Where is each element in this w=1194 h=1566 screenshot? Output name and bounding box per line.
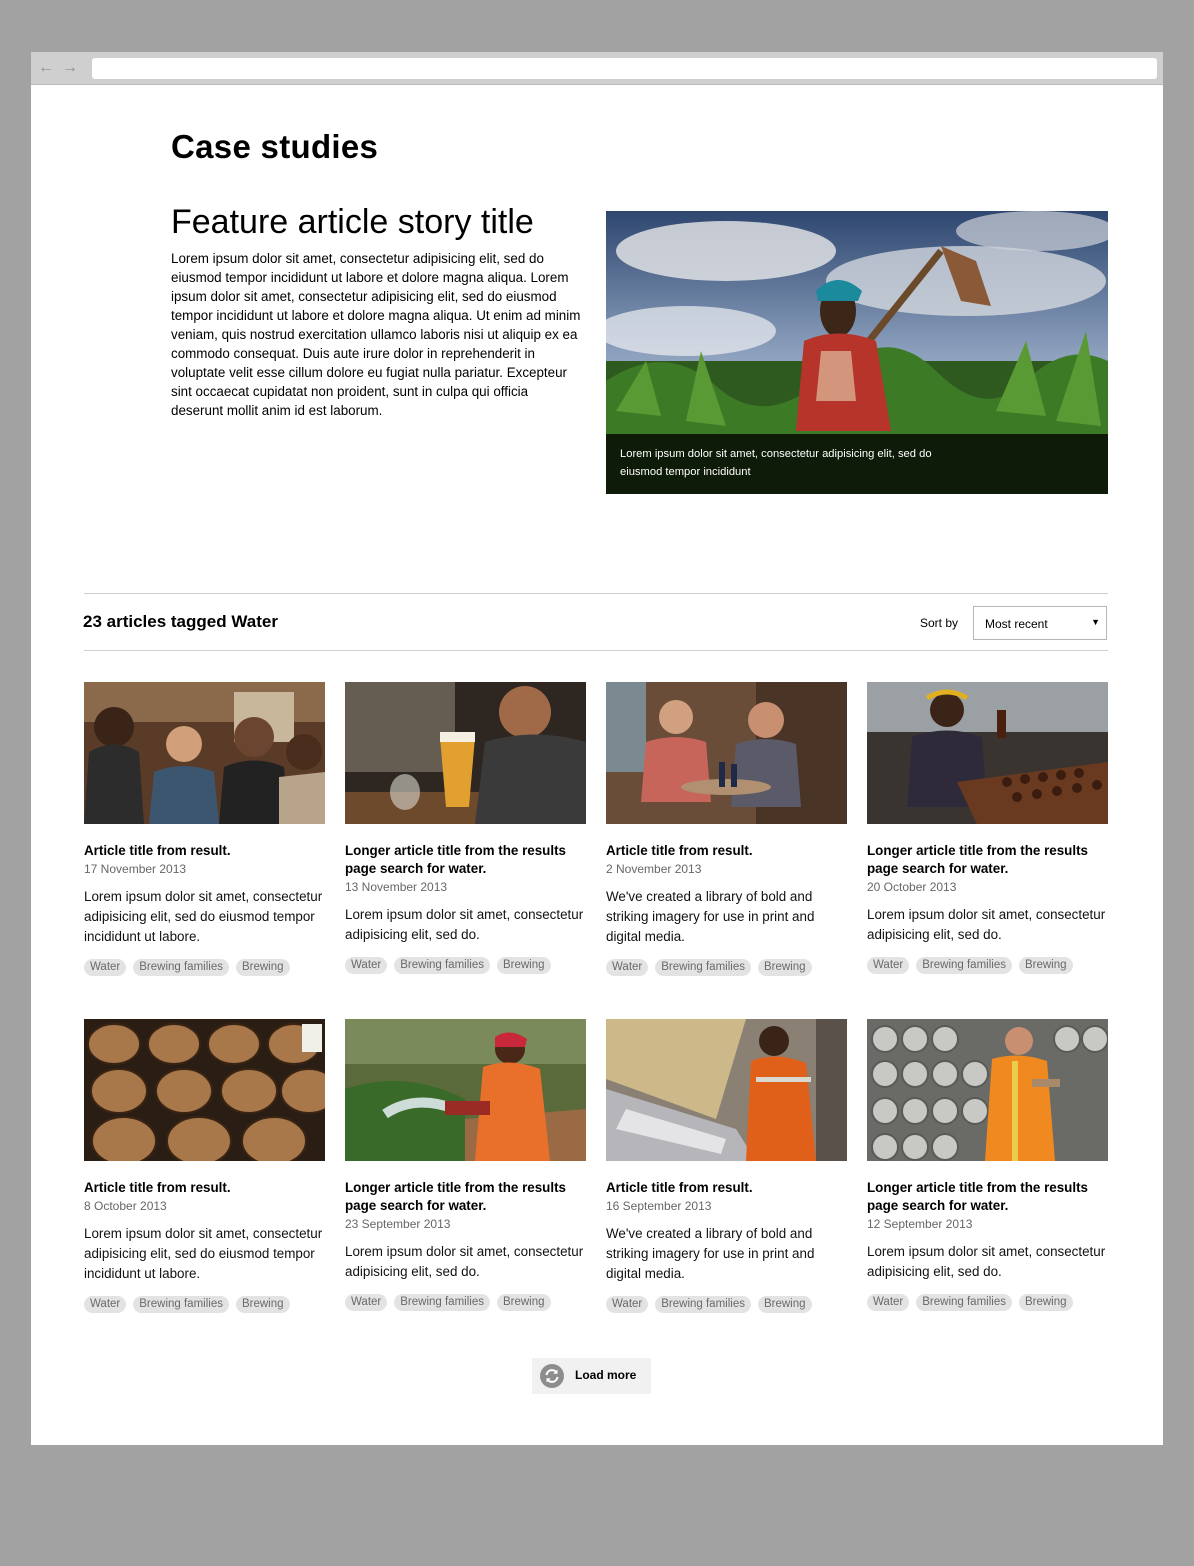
article-date: 23 September 2013: [345, 1217, 451, 1231]
tag-brewing-families[interactable]: Brewing families: [655, 1296, 751, 1313]
page-title: Case studies: [171, 128, 379, 165]
arrow-left-icon[interactable]: ←: [37, 59, 55, 77]
article-card[interactable]: Article title from result. 17 November 2…: [84, 682, 325, 976]
feature-body: Lorem ipsum dolor sit amet, consectetur …: [171, 251, 581, 418]
tag-brewing-families[interactable]: Brewing families: [916, 957, 1012, 974]
article-thumbnail[interactable]: [867, 1019, 1108, 1161]
article-summary: Lorem ipsum dolor sit amet, consectetur …: [345, 907, 584, 942]
sort-select[interactable]: Most recent ▼: [973, 606, 1107, 640]
article-thumbnail[interactable]: [84, 682, 325, 824]
feature-caption-text: Lorem ipsum dolor sit amet, consectetur …: [620, 448, 932, 478]
article-title[interactable]: Longer article title from the results pa…: [867, 1179, 1108, 1215]
tag-water[interactable]: Water: [84, 959, 127, 976]
sort-select-value: Most recent: [985, 617, 1048, 631]
article-thumbnail[interactable]: [84, 1019, 325, 1161]
feature-image[interactable]: Lorem ipsum dolor sit amet, consectetur …: [606, 211, 1108, 494]
article-date: 8 October 2013: [84, 1199, 167, 1213]
browser-toolbar: ← →: [31, 52, 1163, 85]
feature-title[interactable]: Feature article story title: [171, 203, 534, 242]
sort-label: Sort by: [920, 616, 959, 630]
address-bar[interactable]: [92, 58, 1157, 79]
tag-brewing-families[interactable]: Brewing families: [133, 959, 229, 976]
caret-down-icon: ▼: [1091, 617, 1100, 627]
article-date: 16 September 2013: [606, 1199, 712, 1213]
tag-brewing-families[interactable]: Brewing families: [655, 959, 751, 976]
article-summary: We've created a library of bold and stri…: [606, 889, 815, 944]
article-card[interactable]: Longer article title from the results pa…: [867, 1019, 1108, 1311]
article-card[interactable]: Article title from result. 8 October 201…: [84, 1019, 325, 1313]
article-thumbnail[interactable]: [345, 682, 586, 824]
load-more-button[interactable]: Load more: [532, 1358, 651, 1394]
article-title[interactable]: Longer article title from the results pa…: [867, 842, 1108, 878]
tag-water[interactable]: Water: [345, 1294, 388, 1311]
divider-top: [84, 593, 1108, 594]
tag-brewing-families[interactable]: Brewing families: [394, 1294, 490, 1311]
divider-bottom: [84, 650, 1108, 651]
tag-water[interactable]: Water: [345, 957, 388, 974]
article-summary: Lorem ipsum dolor sit amet, consectetur …: [867, 1244, 1106, 1279]
article-tags: Water Brewing families Brewing: [606, 1294, 847, 1313]
browser-window: ← → Case studies Feature article story t…: [31, 52, 1163, 1445]
article-tags: Water Brewing families Brewing: [84, 1294, 325, 1313]
tag-brewing[interactable]: Brewing: [1018, 1294, 1073, 1311]
article-card[interactable]: Longer article title from the results pa…: [867, 682, 1108, 974]
article-tags: Water Brewing families Brewing: [345, 955, 586, 974]
tag-brewing[interactable]: Brewing: [1018, 957, 1073, 974]
tag-water[interactable]: Water: [606, 959, 649, 976]
article-card[interactable]: Article title from result. 16 September …: [606, 1019, 847, 1313]
article-tags: Water Brewing families Brewing: [345, 1292, 586, 1311]
article-title[interactable]: Longer article title from the results pa…: [345, 1179, 586, 1215]
article-date: 2 November 2013: [606, 862, 702, 876]
feature-caption: Lorem ipsum dolor sit amet, consectetur …: [606, 434, 1108, 494]
article-tags: Water Brewing families Brewing: [606, 957, 847, 976]
tag-brewing[interactable]: Brewing: [757, 959, 812, 976]
tag-water[interactable]: Water: [867, 957, 910, 974]
tag-brewing[interactable]: Brewing: [757, 1296, 812, 1313]
tag-brewing-families[interactable]: Brewing families: [133, 1296, 229, 1313]
article-title[interactable]: Article title from result.: [84, 1179, 325, 1197]
article-thumbnail[interactable]: [606, 1019, 847, 1161]
article-tags: Water Brewing families Brewing: [867, 1292, 1108, 1311]
article-card[interactable]: Article title from result. 2 November 20…: [606, 682, 847, 976]
article-tags: Water Brewing families Brewing: [867, 955, 1108, 974]
article-title[interactable]: Longer article title from the results pa…: [345, 842, 586, 878]
article-summary: Lorem ipsum dolor sit amet, consectetur …: [84, 1226, 323, 1281]
article-title[interactable]: Article title from result.: [84, 842, 325, 860]
arrow-right-icon[interactable]: →: [61, 59, 79, 77]
tag-water[interactable]: Water: [867, 1294, 910, 1311]
article-date: 13 November 2013: [345, 880, 448, 894]
article-card[interactable]: Longer article title from the results pa…: [345, 1019, 586, 1311]
refresh-icon: [540, 1364, 564, 1388]
tag-brewing[interactable]: Brewing: [235, 959, 290, 976]
tag-brewing-families[interactable]: Brewing families: [916, 1294, 1012, 1311]
article-tags: Water Brewing families Brewing: [84, 957, 325, 976]
article-summary: Lorem ipsum dolor sit amet, consectetur …: [867, 907, 1106, 942]
tag-brewing-families[interactable]: Brewing families: [394, 957, 490, 974]
article-thumbnail[interactable]: [345, 1019, 586, 1161]
article-date: 20 October 2013: [867, 880, 957, 894]
tag-brewing[interactable]: Brewing: [496, 1294, 551, 1311]
tag-water[interactable]: Water: [606, 1296, 649, 1313]
article-summary: Lorem ipsum dolor sit amet, consectetur …: [84, 889, 323, 944]
article-summary: We've created a library of bold and stri…: [606, 1226, 815, 1281]
results-count-title: 23 articles tagged Water: [83, 612, 278, 631]
article-title[interactable]: Article title from result.: [606, 1179, 847, 1197]
tag-water[interactable]: Water: [84, 1296, 127, 1313]
article-date: 12 September 2013: [867, 1217, 973, 1231]
article-date: 17 November 2013: [84, 862, 187, 876]
article-title[interactable]: Article title from result.: [606, 842, 847, 860]
article-thumbnail[interactable]: [867, 682, 1108, 824]
tag-brewing[interactable]: Brewing: [496, 957, 551, 974]
load-more-label: Load more: [575, 1368, 637, 1382]
article-summary: Lorem ipsum dolor sit amet, consectetur …: [345, 1244, 584, 1279]
article-thumbnail[interactable]: [606, 682, 847, 824]
article-card[interactable]: Longer article title from the results pa…: [345, 682, 586, 974]
tag-brewing[interactable]: Brewing: [235, 1296, 290, 1313]
